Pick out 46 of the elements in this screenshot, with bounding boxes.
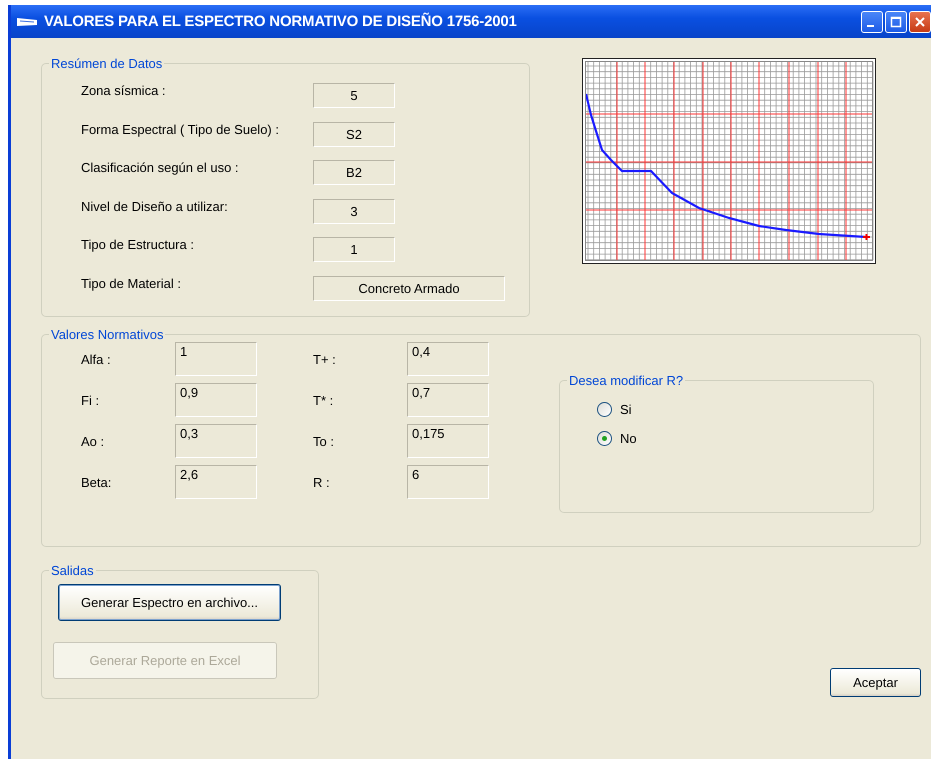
close-button[interactable] [909,10,931,32]
field-label: Alfa : [81,352,112,366]
close-icon [914,16,926,28]
readonly-field[interactable]: 2,6 [175,465,257,499]
field-label: To : [313,434,335,448]
readonly-field[interactable]: 0,9 [175,383,257,417]
minimize-icon [867,24,874,26]
group-title: Salidas [50,563,95,578]
field-label: Nivel de Diseño a utilizar: [81,198,229,216]
readonly-field[interactable]: S2 [313,122,395,147]
readonly-field[interactable]: 0,3 [175,424,257,458]
field-label: Clasificación según el uso : [81,160,240,178]
readonly-field[interactable]: B2 [313,160,395,186]
readonly-field[interactable]: 1 [175,342,257,376]
field-label: Ao : [81,434,106,448]
radio-button[interactable] [597,402,612,417]
field-label: Tipo de Material : [81,276,182,293]
readonly-field[interactable]: 0,7 [407,383,489,417]
readonly-field[interactable]: 5 [313,83,395,108]
readonly-field[interactable]: 6 [407,465,489,499]
radio-label: No [620,431,637,446]
readonly-field[interactable]: 0,175 [407,424,489,458]
minimize-button[interactable] [861,10,883,32]
field-label: Fi : [81,392,100,408]
readonly-field[interactable]: 1 [313,237,395,262]
field-label: Zona sísmica : [81,83,167,100]
accept-button[interactable]: Aceptar [830,668,921,697]
readonly-field[interactable]: 0,4 [407,342,489,376]
maximize-button[interactable] [885,10,907,32]
group-title: Desea modificar R? [568,373,684,388]
action-button[interactable]: Generar Espectro en archivo... [58,584,281,621]
group-title: Valores Normativos [50,327,164,342]
group-title: Resúmen de Datos [50,56,164,71]
field-label: R : [313,474,331,490]
field-label: Forma Espectral ( Tipo de Suelo) : [81,122,280,139]
maximize-icon [890,16,902,28]
radio-button[interactable] [597,431,612,446]
readonly-field[interactable]: 3 [313,198,395,224]
radio-label: Si [620,402,632,417]
field-label: T+ : [313,352,337,366]
window-title: VALORES PARA EL ESPECTRO NORMATIVO DE DISEÑO 1756-2001 [44,13,517,30]
field-label: Tipo de Estructura : [81,237,195,254]
field-label: T* : [313,392,334,408]
readonly-field[interactable]: Concreto Armado [313,276,505,301]
window-icon [16,16,38,28]
field-label: Beta: [81,474,112,490]
